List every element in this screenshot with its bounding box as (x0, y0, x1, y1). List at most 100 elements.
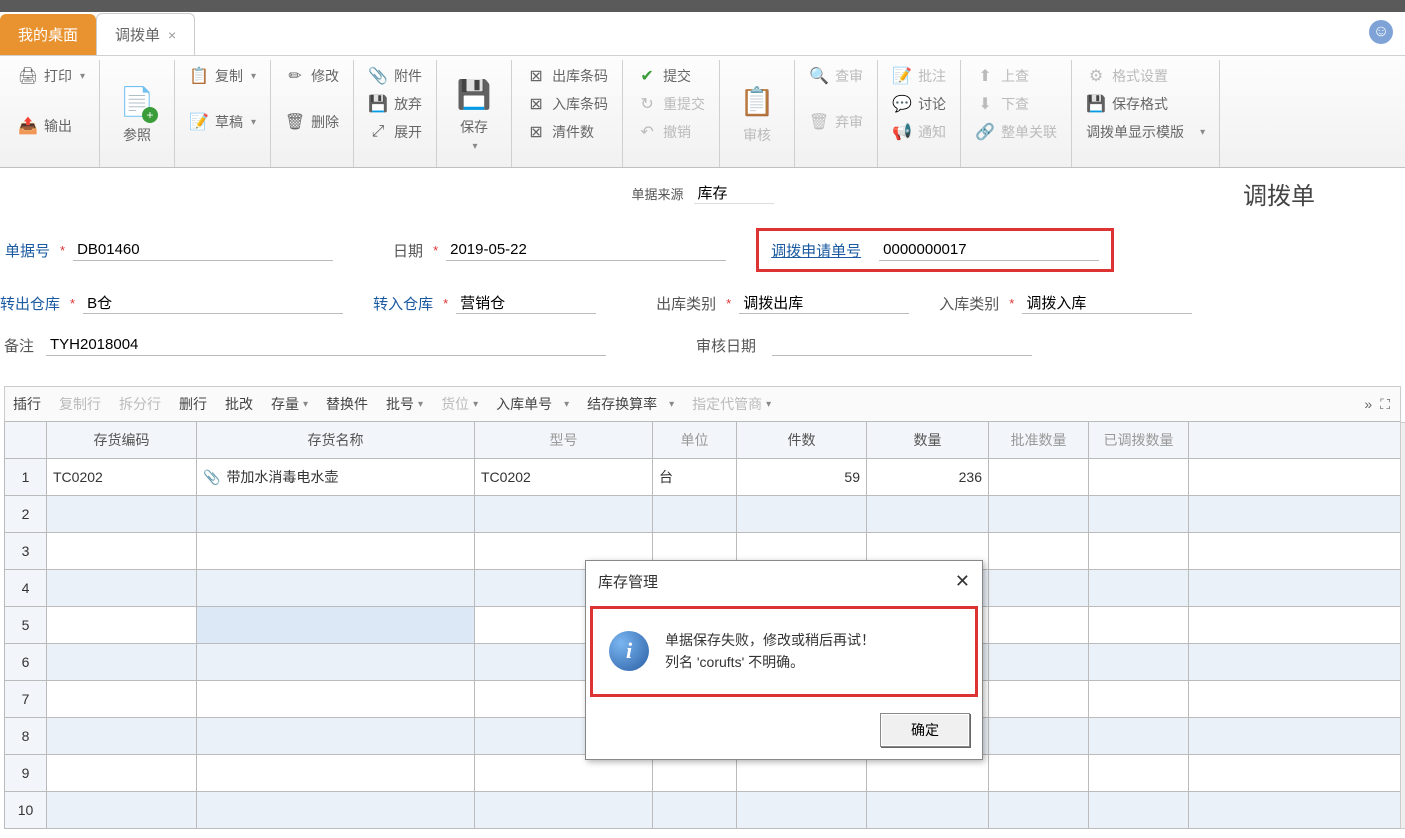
trash-icon: 🗑 (809, 112, 829, 132)
col-unit[interactable]: 单位 (653, 422, 737, 458)
gear-icon: ⚙ (1086, 66, 1106, 86)
close-icon[interactable]: × (168, 27, 176, 43)
export-icon: 📤 (18, 116, 38, 136)
insert-row-button[interactable]: 插行 (13, 394, 41, 414)
col-model[interactable]: 型号 (475, 422, 653, 458)
tab-transfer[interactable]: 调拨单 × (96, 13, 195, 55)
date-field[interactable] (446, 239, 726, 261)
down-icon: ⬇ (975, 94, 995, 114)
in-doc-no-button[interactable]: 入库单号▾ (496, 394, 569, 414)
smiley-icon[interactable]: ☺ (1369, 20, 1393, 44)
stock-button[interactable]: 存量▾ (271, 394, 308, 414)
cell-transferred[interactable] (1089, 459, 1189, 495)
dialog-footer: 确定 (586, 701, 982, 759)
source-input[interactable] (694, 182, 774, 204)
copy-icon: 📋 (189, 66, 209, 86)
doc-no-field[interactable] (73, 239, 333, 261)
undo-icon: ↶ (637, 122, 657, 142)
next-button: ⬇下查 (971, 92, 1061, 116)
remark-field[interactable] (46, 334, 606, 356)
table-row[interactable]: 1 TC0202 📎带加水消毒电水壶 TC0202 台 59 236 (5, 459, 1400, 496)
print-button[interactable]: 🖨打印▾ (14, 64, 89, 88)
out-wh-field[interactable] (83, 292, 343, 314)
in-barcode-button[interactable]: ⊠入库条码 (522, 92, 612, 116)
doc-no-label[interactable]: 单据号 (0, 240, 50, 261)
col-pieces[interactable]: 件数 (737, 422, 867, 458)
in-type-field[interactable] (1022, 292, 1192, 314)
review-button: 🔍查审 (805, 64, 867, 88)
cell-qty[interactable]: 236 (867, 459, 989, 495)
col-code[interactable]: 存货编码 (47, 422, 197, 458)
cell-code[interactable]: TC0202 (47, 459, 197, 495)
revoke-button: ↶撤销 (633, 120, 709, 144)
grid-toolbar: 插行 复制行 拆分行 删行 批改 存量▾ 替换件 批号▾ 货位▾ 入库单号▾ 结… (4, 386, 1401, 422)
request-no-field[interactable] (879, 239, 1099, 261)
col-name[interactable]: 存货名称 (197, 422, 475, 458)
form-fields: 单据号* 日期* 调拨申请单号 转出仓库* 转入仓库* 出库类别* 入库类别* (0, 218, 1405, 386)
table-row[interactable]: 9 (5, 755, 1400, 792)
cell-pieces[interactable]: 59 (737, 459, 867, 495)
balance-rate-button[interactable]: 结存换算率▾ (587, 394, 674, 414)
close-icon[interactable]: ✕ (955, 571, 970, 592)
col-rownum (5, 422, 47, 458)
save-format-button[interactable]: 💾保存格式 (1082, 92, 1209, 116)
ok-button[interactable]: 确定 (880, 713, 970, 747)
request-no-highlight: 调拨申请单号 (756, 228, 1114, 272)
up-icon: ⬆ (975, 66, 995, 86)
grid-header: 存货编码 存货名称 型号 单位 件数 数量 批准数量 已调拨数量 (5, 422, 1400, 459)
abandon-button: 🗑弃审 (805, 110, 867, 134)
in-wh-field[interactable] (456, 292, 596, 314)
dialog-body: i 单据保存失败，修改或稍后再试！ 列名 'corufts' 不明确。 (590, 606, 978, 697)
delete-row-button[interactable]: 删行 (179, 394, 207, 414)
more-icon[interactable]: » (1364, 396, 1372, 413)
resubmit-button: ↻重提交 (633, 92, 709, 116)
dialog-titlebar[interactable]: 库存管理 ✕ (586, 561, 982, 602)
maximize-icon[interactable]: ⛶ (1380, 396, 1390, 413)
submit-button[interactable]: ✔提交 (633, 64, 709, 88)
clear-count-button[interactable]: ⊠清件数 (522, 120, 612, 144)
discard-button[interactable]: 💾放弃 (364, 92, 426, 116)
dialog-message: 单据保存失败，修改或稍后再试！ 列名 'corufts' 不明确。 (665, 629, 875, 674)
cell-approved[interactable] (989, 459, 1089, 495)
vertical-scrollbar[interactable] (1400, 422, 1405, 829)
cell-unit[interactable]: 台 (653, 459, 737, 495)
modify-button[interactable]: ✏修改 (281, 64, 343, 88)
col-approved[interactable]: 批准数量 (989, 422, 1089, 458)
batch-no-button[interactable]: 批号▾ (386, 394, 423, 414)
cell-model[interactable]: TC0202 (475, 459, 653, 495)
tab-desktop[interactable]: 我的桌面 (0, 14, 96, 55)
replace-button[interactable]: 替换件 (326, 394, 368, 414)
reference-button[interactable]: 📄+ 参照 (110, 79, 164, 149)
audit-date-field[interactable] (772, 334, 1032, 356)
batch-modify-button[interactable]: 批改 (225, 394, 253, 414)
out-type-field[interactable] (739, 292, 909, 314)
copy-button[interactable]: 📋复制▾ (185, 64, 260, 88)
out-barcode-button[interactable]: ⊠出库条码 (522, 64, 612, 88)
save-button[interactable]: 💾 保存▾ (447, 71, 501, 156)
ribbon-toolbar: 🖨打印▾ 📤输出 📄+ 参照 📋复制▾ 📝草稿▾ ✏修改 🗑删除 📎附件 💾放弃… (0, 56, 1405, 168)
info-icon: i (609, 631, 649, 671)
expand-icon: ⤢ (368, 122, 388, 142)
discuss-button[interactable]: 💬讨论 (888, 92, 950, 116)
expand-button[interactable]: ⤢展开 (364, 120, 426, 144)
cell-name[interactable]: 📎带加水消毒电水壶 (197, 459, 475, 495)
in-type-label: 入库类别 (939, 293, 999, 314)
table-row[interactable]: 2 (5, 496, 1400, 533)
whole-link-button: 🔗整单关联 (971, 120, 1061, 144)
annotate-button: 📝批注 (888, 64, 950, 88)
col-qty[interactable]: 数量 (867, 422, 989, 458)
template-button[interactable]: 调拨单显示模版▾ (1082, 120, 1209, 144)
draft-button[interactable]: 📝草稿▾ (185, 110, 260, 134)
search-icon: 🔍 (809, 66, 829, 86)
col-transferred[interactable]: 已调拨数量 (1089, 422, 1189, 458)
in-wh-label[interactable]: 转入仓库 (373, 293, 433, 314)
request-no-label[interactable]: 调拨申请单号 (771, 240, 861, 261)
doc-header: 单据来源 调拨单 (0, 168, 1405, 218)
delete-button[interactable]: 🗑删除 (281, 110, 343, 134)
remark-label: 备注 (0, 335, 34, 356)
out-wh-label[interactable]: 转出仓库 (0, 293, 60, 314)
table-row[interactable]: 10 (5, 792, 1400, 829)
prev-button: ⬆上查 (971, 64, 1061, 88)
export-button[interactable]: 📤输出 (14, 114, 89, 138)
attachment-button[interactable]: 📎附件 (364, 64, 426, 88)
